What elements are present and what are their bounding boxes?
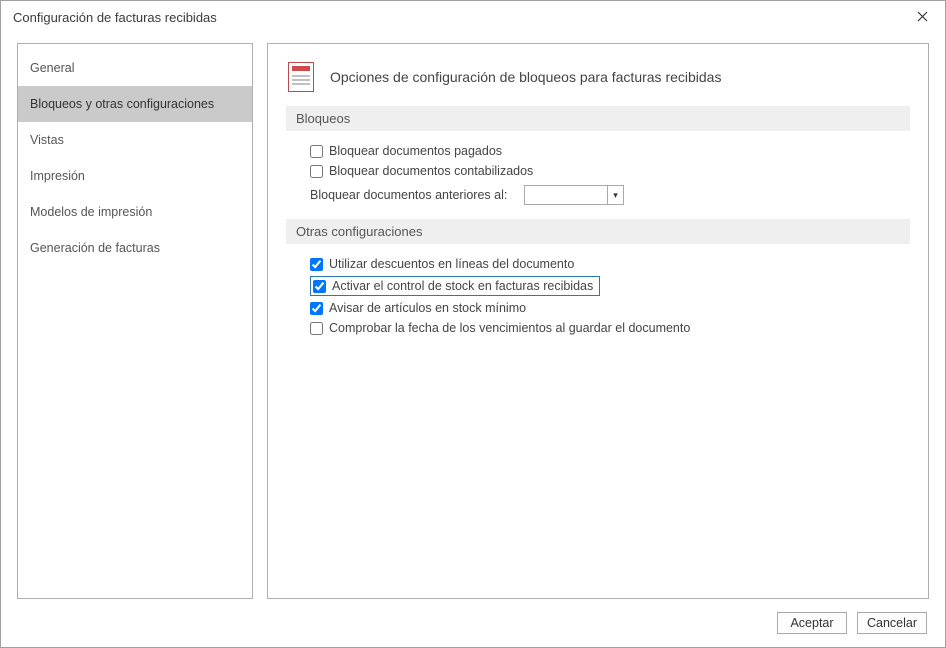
section-otras: Utilizar descuentos en líneas del docume… (286, 254, 910, 344)
date-anteriores-picker[interactable]: ▾ (524, 185, 624, 205)
date-anteriores-label: Bloquear documentos anteriores al: (310, 188, 510, 202)
button-label: Aceptar (790, 616, 833, 630)
checkbox-stock-min[interactable]: Avisar de artículos en stock mínimo (310, 298, 910, 318)
checkbox-label: Activar el control de stock en facturas … (332, 279, 593, 293)
sidebar-item-vistas[interactable]: Vistas (18, 122, 252, 158)
checkbox-input[interactable] (310, 302, 323, 315)
sidebar-item-general[interactable]: General (18, 50, 252, 86)
accept-button[interactable]: Aceptar (777, 612, 847, 634)
dialog-footer: Aceptar Cancelar (1, 599, 945, 647)
section-bloqueos: Bloquear documentos pagados Bloquear doc… (286, 141, 910, 215)
checkbox-input[interactable] (310, 165, 323, 178)
checkbox-label: Bloquear documentos contabilizados (329, 164, 533, 178)
checkbox-docs-contabilizados[interactable]: Bloquear documentos contabilizados (310, 161, 910, 181)
section-title-bloqueos: Bloqueos (286, 106, 910, 131)
close-button[interactable] (899, 1, 945, 33)
checkbox-input[interactable] (310, 145, 323, 158)
checkbox-docs-pagados[interactable]: Bloquear documentos pagados (310, 141, 910, 161)
checkbox-label: Bloquear documentos pagados (329, 144, 502, 158)
cancel-button[interactable]: Cancelar (857, 612, 927, 634)
sidebar-item-label: Vistas (30, 133, 64, 147)
checkbox-input[interactable] (310, 322, 323, 335)
chevron-down-icon: ▾ (607, 186, 623, 204)
section-title-otras: Otras configuraciones (286, 219, 910, 244)
date-anteriores-row: Bloquear documentos anteriores al: ▾ (310, 181, 910, 209)
sidebar-item-label: Modelos de impresión (30, 205, 152, 219)
checkbox-input[interactable] (313, 280, 326, 293)
checkbox-label: Comprobar la fecha de los vencimientos a… (329, 321, 690, 335)
window-title: Configuración de facturas recibidas (13, 10, 217, 25)
date-anteriores-value (525, 186, 607, 204)
sidebar-item-label: Bloqueos y otras configuraciones (30, 97, 214, 111)
sidebar-item-label: Impresión (30, 169, 85, 183)
close-icon (917, 9, 928, 25)
sidebar-item-label: General (30, 61, 74, 75)
workarea: General Bloqueos y otras configuraciones… (17, 43, 929, 599)
checkbox-input[interactable] (310, 258, 323, 271)
sidebar-item-generacion[interactable]: Generación de facturas (18, 230, 252, 266)
page-header: Opciones de configuración de bloqueos pa… (288, 62, 908, 92)
sidebar-item-impresion[interactable]: Impresión (18, 158, 252, 194)
sidebar-item-bloqueos[interactable]: Bloqueos y otras configuraciones (18, 86, 252, 122)
checkbox-fechas-venc[interactable]: Comprobar la fecha de los vencimientos a… (310, 318, 910, 338)
page-title: Opciones de configuración de bloqueos pa… (330, 69, 721, 85)
sidebar-item-label: Generación de facturas (30, 241, 160, 255)
main-panel: Opciones de configuración de bloqueos pa… (267, 43, 929, 599)
checkbox-label: Avisar de artículos en stock mínimo (329, 301, 526, 315)
titlebar: Configuración de facturas recibidas (1, 1, 945, 33)
checkbox-label: Utilizar descuentos en líneas del docume… (329, 257, 574, 271)
checkbox-descuentos[interactable]: Utilizar descuentos en líneas del docume… (310, 254, 910, 274)
checkbox-control-stock[interactable]: Activar el control de stock en facturas … (310, 276, 600, 296)
document-icon (288, 62, 314, 92)
button-label: Cancelar (867, 616, 917, 630)
sidebar: General Bloqueos y otras configuraciones… (17, 43, 253, 599)
sidebar-item-modelos[interactable]: Modelos de impresión (18, 194, 252, 230)
